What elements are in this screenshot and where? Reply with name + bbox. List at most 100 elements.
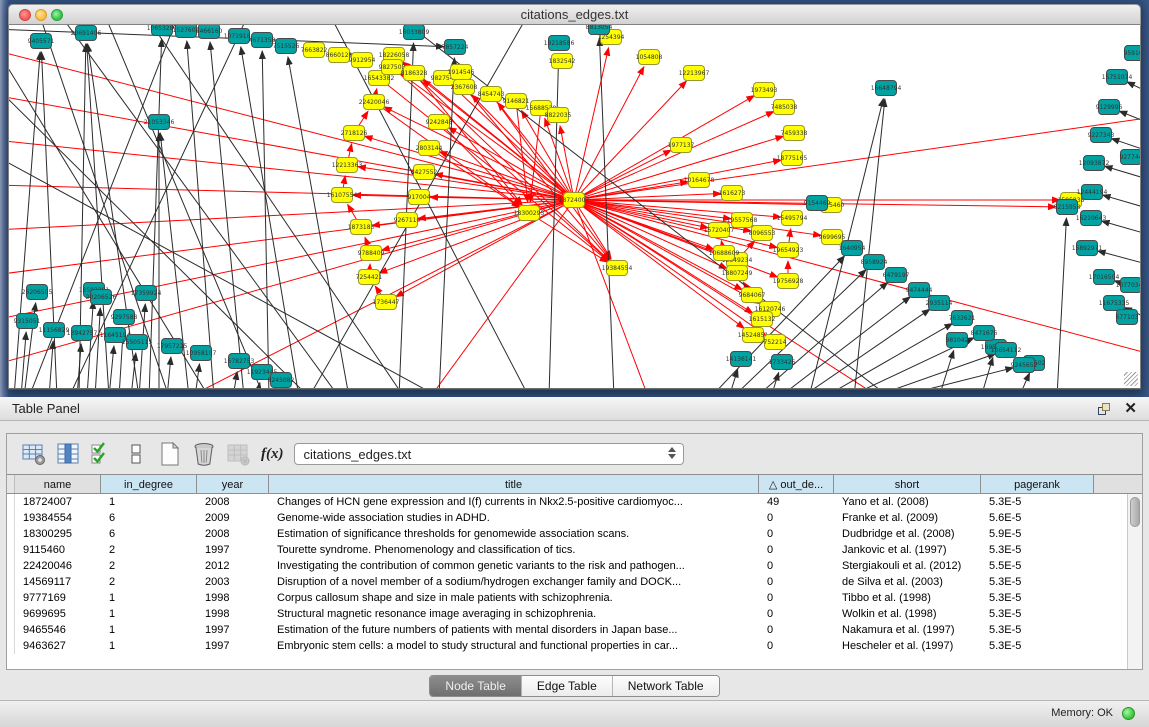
cell-short[interactable]: Wolkin et al. (1998) xyxy=(834,606,981,622)
table-row[interactable]: 969969511998Structural magnetic resonanc… xyxy=(7,606,1142,622)
graph-node-2718126[interactable]: 2718126 xyxy=(341,126,368,141)
graph-node-20691406[interactable]: 20691406 xyxy=(71,26,102,41)
cell-year[interactable]: 1997 xyxy=(197,622,269,638)
graph-node-917004[interactable]: 917004 xyxy=(408,190,431,205)
cell-out_degree[interactable]: 0 xyxy=(759,542,834,558)
cell-pagerank[interactable]: 5.9E-5 xyxy=(981,526,1094,542)
graph-node-4671358[interactable]: 4671358 xyxy=(249,33,276,48)
graph-node-20206526[interactable]: 20206526 xyxy=(86,290,117,305)
graph-node-16107554[interactable]: 16107554 xyxy=(327,188,358,203)
graph-node-1977137[interactable]: 1977137 xyxy=(668,138,695,153)
table-settings-button[interactable] xyxy=(19,439,49,469)
cell-title[interactable]: Estimation of the future numbers of pati… xyxy=(269,622,759,638)
graph-node-12093872[interactable]: 12093872 xyxy=(1079,156,1110,171)
graph-node-1733426[interactable]: 1733426 xyxy=(769,355,796,370)
cell-title[interactable]: Tourette syndrome. Phenomenology and cla… xyxy=(269,542,759,558)
graph-node-2935114[interactable]: 2935114 xyxy=(926,296,953,311)
graph-node-1616273[interactable]: 1616273 xyxy=(719,186,746,201)
cell-out_degree[interactable]: 0 xyxy=(759,622,834,638)
cell-name[interactable]: 19384554 xyxy=(15,510,101,526)
cell-out_degree[interactable]: 0 xyxy=(759,606,834,622)
vertical-scrollbar[interactable] xyxy=(1127,494,1142,669)
graph-node-12213363[interactable]: 12213363 xyxy=(332,158,363,173)
cell-short[interactable]: Franke et al. (2009) xyxy=(834,510,981,526)
cell-pagerank[interactable]: 5.3E-5 xyxy=(981,622,1094,638)
graph-node-8822035[interactable]: 8822035 xyxy=(545,108,572,123)
cell-year[interactable]: 1998 xyxy=(197,590,269,606)
cell-year[interactable]: 1998 xyxy=(197,606,269,622)
graph-node-7663822[interactable]: 7663822 xyxy=(301,43,328,58)
graph-node-1054808[interactable]: 1054808 xyxy=(636,50,663,65)
graph-node-18300295[interactable]: 18300295 xyxy=(514,206,545,221)
cell-in_degree[interactable]: 2 xyxy=(101,558,197,574)
tab-edge-table[interactable]: Edge Table xyxy=(521,676,612,696)
graph-node-9227343[interactable]: 9227343 xyxy=(1088,128,1115,143)
cell-name[interactable]: 9699695 xyxy=(15,606,101,622)
graph-node-15505115[interactable]: 15505115 xyxy=(122,335,153,350)
cell-pagerank[interactable]: 5.3E-5 xyxy=(981,542,1094,558)
row-height-button[interactable] xyxy=(121,439,151,469)
graph-node-19756928[interactable]: 19756928 xyxy=(773,274,804,289)
graph-node-10164678[interactable]: 10164678 xyxy=(684,173,715,188)
graph-node-7632621[interactable]: 7632621 xyxy=(949,311,976,326)
column-header-short[interactable]: short xyxy=(834,475,981,493)
graph-node-8454743[interactable]: 8454743 xyxy=(478,87,505,102)
cell-out_degree[interactable]: 0 xyxy=(759,590,834,606)
cell-out_degree[interactable]: 0 xyxy=(759,558,834,574)
graph-node-9297588[interactable]: 9297588 xyxy=(111,310,138,325)
graph-node-17957225[interactable]: 17957225 xyxy=(157,339,188,354)
cell-pagerank[interactable]: 5.5E-5 xyxy=(981,558,1094,574)
graph-node-9245082[interactable]: 9245082 xyxy=(268,373,295,388)
graph-node-21053346[interactable]: 21053346 xyxy=(144,115,175,130)
graph-node-22420046[interactable]: 22420046 xyxy=(359,95,390,110)
graph-node-8096553[interactable]: 8096553 xyxy=(749,226,776,241)
graph-node-16648794[interactable]: 16648794 xyxy=(871,81,902,96)
cell-name[interactable]: 9777169 xyxy=(15,590,101,606)
panel-close-icon[interactable]: ✕ xyxy=(1124,397,1137,421)
cell-name[interactable]: 22420046 xyxy=(15,558,101,574)
graph-node-1973493[interactable]: 1973493 xyxy=(751,83,778,98)
cell-name[interactable]: 9465546 xyxy=(15,622,101,638)
function-builder-icon[interactable]: f(x) xyxy=(261,446,284,463)
cell-pagerank[interactable]: 5.3E-5 xyxy=(981,590,1094,606)
graph-node-14136141[interactable]: 14136141 xyxy=(726,352,757,367)
cell-name[interactable]: 9463627 xyxy=(15,638,101,654)
select-columns-button[interactable] xyxy=(87,439,117,469)
tab-network-table[interactable]: Network Table xyxy=(612,676,719,696)
tab-node-table[interactable]: Node Table xyxy=(430,676,521,696)
cell-short[interactable]: de Silva et al. (2003) xyxy=(834,574,981,590)
graph-node-12213967[interactable]: 12213967 xyxy=(679,66,710,81)
graph-node-677103[interactable]: 677103 xyxy=(1116,310,1139,325)
cell-title[interactable]: Disruption of a novel member of a sodium… xyxy=(269,574,759,590)
cell-title[interactable]: Structural magnetic resonance image aver… xyxy=(269,606,759,622)
cell-title[interactable]: Investigating the contribution of common… xyxy=(269,558,759,574)
graph-node-11156829[interactable]: 11156829 xyxy=(39,323,70,338)
cell-pagerank[interactable]: 5.3E-5 xyxy=(981,606,1094,622)
graph-node-18807249[interactable]: 18807249 xyxy=(722,266,753,281)
graph-node-11675335[interactable]: 11675335 xyxy=(1099,296,1130,311)
cell-out_degree[interactable]: 0 xyxy=(759,526,834,542)
graph-node-2367608[interactable]: 2367608 xyxy=(451,80,478,95)
graph-node-10654112[interactable]: 10654112 xyxy=(991,343,1022,358)
graph-node-2803144[interactable]: 2803144 xyxy=(416,141,443,156)
graph-node-9154469[interactable]: 9154469 xyxy=(804,196,831,211)
graph-node-19218586[interactable]: 19218586 xyxy=(544,36,575,51)
graph-node-15751074[interactable]: 15751074 xyxy=(1102,70,1133,85)
cell-in_degree[interactable]: 1 xyxy=(101,638,197,654)
graph-node-9788409[interactable]: 9788409 xyxy=(358,246,385,261)
graph-node-1832542[interactable]: 1832542 xyxy=(549,54,576,69)
graph-node-9405571[interactable]: 9405571 xyxy=(28,34,55,49)
graph-node-9315051[interactable]: 9315051 xyxy=(14,314,41,329)
graph-node-15495794[interactable]: 15495794 xyxy=(777,211,808,226)
memory-ok-indicator[interactable] xyxy=(1122,707,1135,720)
table-row[interactable]: 946554611997Estimation of the future num… xyxy=(7,622,1142,638)
graph-node-18775165[interactable]: 18775165 xyxy=(777,151,808,166)
graph-node-927744[interactable]: 927744 xyxy=(1120,150,1140,165)
graph-node-9912954[interactable]: 9912954 xyxy=(349,53,376,68)
graph-node-7515526[interactable]: 7515526 xyxy=(273,39,300,54)
table-selector-dropdown[interactable]: citations_edges.txt xyxy=(294,443,684,465)
graph-node-1615132[interactable]: 1615132 xyxy=(749,312,776,327)
graph-node-16782753[interactable]: 16782753 xyxy=(224,354,255,369)
graph-node-13942757[interactable]: 13942757 xyxy=(67,326,98,341)
cell-year[interactable]: 2009 xyxy=(197,510,269,526)
